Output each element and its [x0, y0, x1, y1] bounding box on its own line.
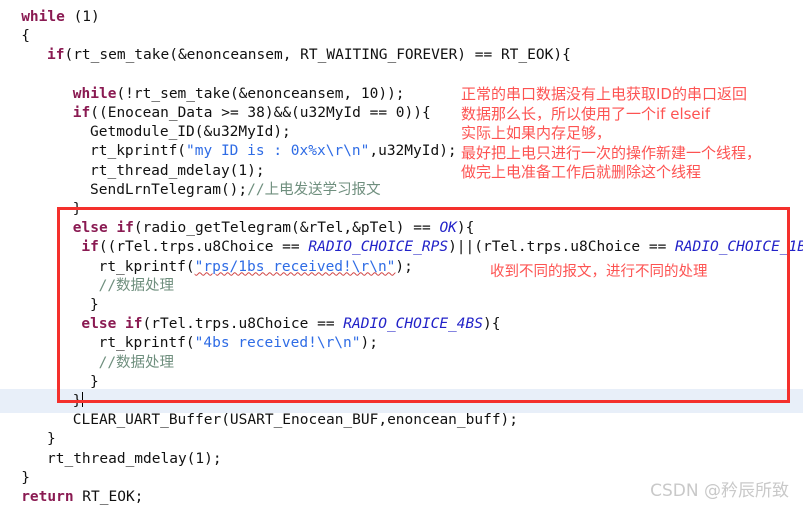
code-token-plain: ((Enocean_Data >= 38)&&(u32MyId == 0)){ [90, 105, 431, 121]
code-token-plain: SendLrnTelegram(); [90, 181, 248, 198]
code-token-plain: ){ [482, 316, 501, 333]
csdn-watermark: CSDN @矜辰所致 [650, 481, 789, 501]
code-token-kw: return [21, 489, 74, 505]
code-token-plain: (rt_sem_take(&enonceansem, RT_WAITING_FO… [64, 47, 571, 64]
code-token-plain: } [47, 431, 56, 448]
code-token-plain: } [72, 393, 82, 409]
code-token-plain: ,u32MyId); [369, 143, 457, 160]
code-editor-canvas[interactable]: while (1){if(rt_sem_take(&enonceansem, R… [0, 0, 803, 511]
code-token-plain: ); [360, 335, 378, 352]
code-token-cmt: //数据处理 [98, 277, 175, 294]
annotation-top-note: 正常的串口数据没有上电获取ID的串口返回 数据那么长，所以使用了一个if els… [461, 85, 762, 181]
code-token-macro: RADIO_CHOICE_4BS [343, 316, 483, 333]
code-token-plain: (1) [64, 9, 100, 25]
code-token-plain: ){ [456, 220, 475, 237]
code-token-plain: rt_kprintf( [90, 143, 187, 160]
code-token-plain: } [90, 297, 99, 313]
code-token-kw: while [72, 85, 117, 102]
code-token-plain: (rTel.trps.u8Choice == [142, 316, 344, 333]
code-token-cmt: //数据处理 [98, 354, 175, 371]
code-token-plain: )||(rTel.trps.u8Choice == [448, 239, 676, 256]
code-token-macro: RADIO_CHOICE_1BS [675, 239, 803, 256]
code-token-plain: rt_thread_mdelay(1); [47, 450, 222, 467]
code-token-plain: CLEAR_UART_Buffer(USART_Enocean_BUF,enon… [72, 412, 519, 429]
code-token-kw: else if [72, 220, 134, 237]
code-token-plain: (radio_getTelegram(&rTel,&pTel) == [133, 220, 440, 237]
code-token-plain: } [21, 469, 30, 486]
code-token-kw: if [72, 105, 91, 121]
code-token-kw: while [21, 9, 65, 25]
code-token-macro: OK [439, 220, 457, 237]
code-token-str: "my ID is : 0x%x\r\n" [186, 143, 370, 160]
code-token-cmt: //上电发送学习报文 [247, 181, 381, 198]
code-token-plain: RT_EOK; [73, 489, 144, 505]
code-token-plain: } [90, 373, 99, 390]
annotation-inline-note: 收到不同的报文，进行不同的处理 [490, 264, 708, 280]
code-token-plain: Getmodule_ID(&u32MyId); [90, 124, 291, 141]
code-token-plain: rt_thread_mdelay(1); [90, 162, 265, 179]
code-token-plain: ((rTel.trps.u8Choice == [98, 239, 309, 256]
code-token-plain: { [21, 28, 30, 45]
code-token-plain: rt_kprintf( [98, 258, 195, 275]
code-token-plain: rt_kprintf( [98, 335, 195, 352]
text-caret [81, 392, 83, 407]
code-token-kw: if [81, 239, 99, 256]
code-token-plain: } [72, 201, 82, 217]
code-token-macro: RADIO_CHOICE_RPS [308, 239, 449, 256]
code-token-plain: ); [395, 258, 413, 275]
code-token-str: "4bs received!\r\n" [194, 335, 361, 352]
code-token-kw: else if [81, 316, 143, 333]
code-token-kw: if [47, 47, 65, 64]
code-token-plain: (!rt_sem_take(&enonceansem, 10)); [116, 85, 405, 102]
code-token-str: "rps/1bs received!\r\n" [194, 258, 396, 275]
